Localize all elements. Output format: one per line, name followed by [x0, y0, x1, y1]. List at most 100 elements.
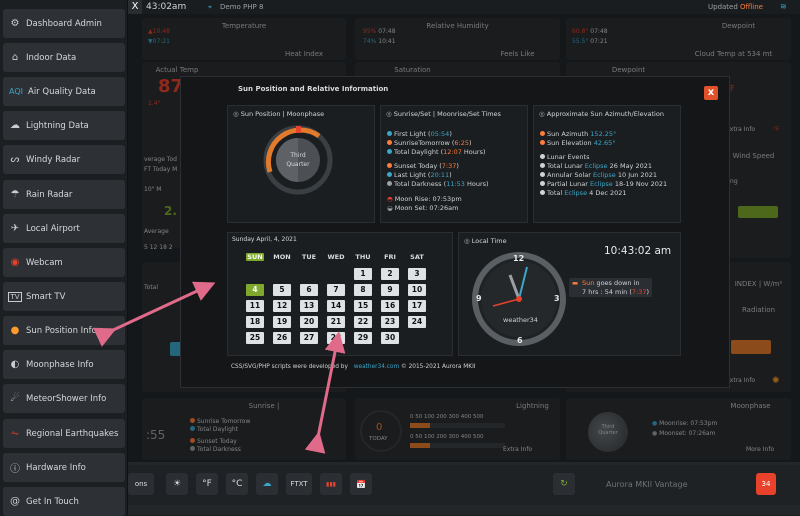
sidebar-item-label: Smart TV	[26, 291, 66, 302]
calendar-day[interactable]: 12	[273, 300, 291, 312]
toolbar-units-button[interactable]: ons	[128, 473, 154, 495]
calendar-day[interactable]: 18	[246, 316, 264, 328]
updated-status: Offline	[740, 3, 763, 11]
toolbar-calendar-button[interactable]: 📅	[350, 473, 372, 495]
calendar-day[interactable]: 28	[327, 332, 345, 344]
sidebar-item-lightning[interactable]: ☁ Lightning Data	[3, 111, 125, 140]
calendar-day[interactable]: 6	[300, 284, 318, 296]
sun-moon-heading: Sun Position | Moonphase	[233, 110, 324, 118]
house-icon: ⌂	[11, 52, 19, 63]
sidebar-item-hardware-info[interactable]: ⓘ Hardware Info	[3, 453, 125, 482]
sidebar-item-label: Sun Position Info	[26, 325, 97, 336]
eclipse-row: Total Eclipse 4 Dec 2021	[540, 189, 627, 197]
moon-set-row: ◒ Moon Set: 07:26am	[387, 204, 459, 212]
sunset-remaining: 7 hrs : 54 min (7:37)	[582, 288, 650, 296]
wifi-icon: ≋	[780, 2, 787, 11]
sidebar-item-label: Get In Touch	[26, 496, 79, 507]
sidebar-item-earthquakes[interactable]: ⏦ Regional Earthquakes	[3, 419, 125, 448]
modal-close-button[interactable]: x	[704, 86, 718, 100]
moon-icon: ◐	[10, 359, 20, 370]
calendar-day[interactable]: 27	[300, 332, 318, 344]
first-light-row: First Light (05:54)	[387, 130, 452, 138]
footer-brand-link[interactable]: weather34.com	[354, 364, 399, 370]
calendar-day[interactable]: 13	[300, 300, 318, 312]
calendar-day[interactable]: 30	[381, 332, 399, 344]
calendar-day[interactable]: 21	[327, 316, 345, 328]
calendar-day[interactable]: 20	[300, 316, 318, 328]
sunset-today-row: Sunset Today (7:37)	[387, 162, 459, 170]
sidebar-close-button[interactable]: X	[128, 0, 142, 14]
calendar-day[interactable]: 3	[408, 268, 426, 280]
calendar-day[interactable]: 11	[246, 300, 264, 312]
at-sign-icon: @	[10, 496, 20, 507]
calendar-date-heading: Sunday April, 4, 2021	[232, 236, 297, 243]
sidebar-item-webcam[interactable]: ◉ Webcam	[3, 248, 125, 277]
aqi-icon: AQI	[9, 87, 23, 96]
calendar-day[interactable]: 1	[354, 268, 372, 280]
sun-azimuth-row: Sun Azimuth 152.25°	[540, 130, 616, 138]
toolbar-sun-button[interactable]: ☀	[166, 473, 188, 495]
toolbar-refresh-icon[interactable]: ↻	[553, 473, 575, 495]
rain-cloud-icon: ☂	[10, 189, 20, 200]
sidebar-item-air-quality[interactable]: AQI Air Quality Data	[3, 77, 125, 106]
azimuth-panel: Approximate Sun Azimuth/Elevation Sun Az…	[533, 105, 681, 223]
sidebar-item-smart-tv[interactable]: TV Smart TV	[3, 282, 125, 311]
calendar-day[interactable]: 24	[408, 316, 426, 328]
sidebar-item-sun-position[interactable]: ● Sun Position Info	[3, 316, 125, 345]
calendar-day[interactable]: 7	[327, 284, 345, 296]
calendar-day[interactable]: 25	[246, 332, 264, 344]
moonrise-icon: ◓	[387, 195, 393, 203]
calendar-day[interactable]: 17	[408, 300, 426, 312]
sidebar-item-get-in-touch[interactable]: @ Get In Touch	[3, 487, 125, 516]
local-time-heading: Local Time	[464, 237, 507, 245]
sun-icon: ●	[10, 325, 20, 336]
toolbar-chart-button[interactable]: ▮▮▮	[320, 473, 342, 495]
sidebar-item-rain-radar[interactable]: ☂ Rain Radar	[3, 180, 125, 209]
location-pin-icon: ⌖	[208, 3, 212, 11]
clock-brand: weather34	[503, 316, 538, 324]
sidebar-menu: ⚙ Dashboard Admin ⌂ Indoor Data AQI Air Qua…	[0, 0, 128, 516]
calendar-day[interactable]: 19	[273, 316, 291, 328]
seismograph-icon: ⏦	[10, 428, 20, 439]
updated-label: Updated	[708, 3, 738, 11]
calendar-day[interactable]: 22	[354, 316, 372, 328]
calendar-day[interactable]: 26	[273, 332, 291, 344]
sidebar-item-label: Moonphase Info	[26, 359, 94, 370]
moon-phase-line2: Quarter	[286, 161, 310, 168]
calendar-day[interactable]: 23	[381, 316, 399, 328]
wind-icon: ᔕ	[10, 154, 20, 165]
sun-goes-down: Sun goes down in	[582, 279, 640, 287]
toolbar-fahrenheit-button[interactable]: °F	[196, 473, 218, 495]
calendar-day[interactable]: 5	[273, 284, 291, 296]
sidebar-item-label: MeteorShower Info	[26, 393, 107, 404]
sidebar-item-label: Lightning Data	[26, 120, 89, 131]
sunset-countdown-box: ▬ Sun goes down in 7 hrs : 54 min (7:37)	[569, 278, 652, 297]
calendar-day[interactable]: 8	[354, 284, 372, 296]
calendar-day[interactable]: 16	[381, 300, 399, 312]
sidebar-item-meteorshower[interactable]: ☄ MeteorShower Info	[3, 384, 125, 413]
calendar-day[interactable]: 9	[381, 284, 399, 296]
calendar-panel: Sunday April, 4, 2021 SUN MON TUE WED THU FRI…	[227, 232, 453, 356]
sidebar-item-windy-radar[interactable]: ᔕ Windy Radar	[3, 145, 125, 174]
calendar-day[interactable]: 29	[354, 332, 372, 344]
modal-title: Sun Position and Relative Information	[238, 85, 389, 93]
top-status-bar: 43:02am ⌖ Demo PHP 8 Updated Offline ≋	[128, 0, 800, 14]
calendar-day-icon[interactable]: 34	[756, 473, 776, 495]
toolbar-celsius-button[interactable]: °C	[226, 473, 248, 495]
eclipse-row: Annular Solar Eclipse 10 Jun 2021	[540, 171, 657, 179]
bottom-toolbar: ons ☀ °F °C ☁ FTXT ▮▮▮ 📅 ↻ Aurora MKII V…	[128, 465, 800, 505]
last-light-row: Last Light (20:11)	[387, 171, 452, 179]
sidebar-item-indoor-data[interactable]: ⌂ Indoor Data	[3, 43, 125, 72]
calendar-day[interactable]: 2	[381, 268, 399, 280]
calendar-day[interactable]: 15	[354, 300, 372, 312]
calendar-day-today[interactable]: 4	[246, 284, 264, 296]
sidebar-item-label: Local Airport	[26, 223, 80, 234]
toolbar-ftxt-button[interactable]: FTXT	[286, 473, 312, 495]
calendar-day[interactable]: 14	[327, 300, 345, 312]
sunset-icon: ▬	[572, 279, 579, 287]
sidebar-item-local-airport[interactable]: ✈ Local Airport	[3, 214, 125, 243]
sidebar-item-moonphase[interactable]: ◐ Moonphase Info	[3, 350, 125, 379]
calendar-day[interactable]: 10	[408, 284, 426, 296]
sidebar-item-dashboard-admin[interactable]: ⚙ Dashboard Admin	[3, 9, 125, 38]
toolbar-weather-button[interactable]: ☁	[256, 473, 278, 495]
